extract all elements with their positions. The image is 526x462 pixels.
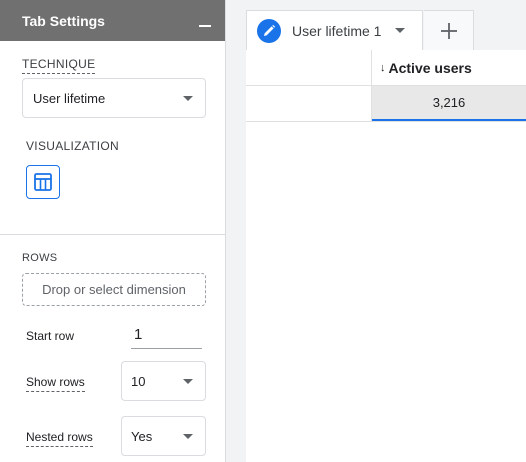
section-divider xyxy=(0,234,225,235)
metric-value-cell[interactable]: 3,216 xyxy=(372,86,526,121)
chevron-down-icon[interactable] xyxy=(395,28,406,33)
add-tab-button[interactable] xyxy=(424,10,474,50)
show-rows-value: 10 xyxy=(131,373,146,389)
collapse-icon[interactable] xyxy=(199,24,211,27)
table-icon xyxy=(34,173,52,191)
chevron-down-icon xyxy=(183,95,193,101)
start-row-input[interactable] xyxy=(131,321,202,349)
dimension-drop-zone[interactable]: Drop or select dimension xyxy=(22,273,206,306)
drop-zone-text: Drop or select dimension xyxy=(42,282,186,297)
panel-title: Tab Settings xyxy=(22,12,105,29)
table-header-row: ↓ Active users xyxy=(246,50,526,86)
nested-rows-select[interactable]: Yes xyxy=(121,416,206,456)
plus-icon xyxy=(440,22,457,39)
pencil-icon[interactable] xyxy=(257,18,281,43)
start-row-label: Start row xyxy=(26,329,75,343)
show-rows-label: Show rows xyxy=(26,375,85,392)
technique-value: User lifetime xyxy=(33,90,106,106)
chevron-down-icon xyxy=(183,433,193,439)
tab-settings-panel: Tab Settings TECHNIQUE User lifetime VIS… xyxy=(0,0,226,462)
metric-header-label: Active users xyxy=(388,59,472,76)
show-rows-select[interactable]: 10 xyxy=(121,361,206,401)
chevron-down-icon xyxy=(183,378,193,384)
tab-user-lifetime[interactable]: User lifetime 1 xyxy=(246,10,423,50)
nested-rows-value: Yes xyxy=(131,428,153,444)
rows-label: ROWS xyxy=(22,252,58,264)
exploration-canvas: User lifetime 1 ↓ Active users 3,216 xyxy=(246,0,526,462)
tab-label: User lifetime 1 xyxy=(292,22,382,39)
technique-label: TECHNIQUE xyxy=(22,57,96,74)
dimension-header-cell xyxy=(246,50,372,85)
tab-bar: User lifetime 1 xyxy=(246,0,526,50)
panel-header: Tab Settings xyxy=(0,0,225,41)
visualization-label: VISUALIZATION xyxy=(26,139,120,153)
metric-header-cell[interactable]: ↓ Active users xyxy=(372,50,526,85)
nested-rows-label: Nested rows xyxy=(26,430,93,447)
table-row: 3,216 xyxy=(246,86,526,122)
visualization-table-button[interactable] xyxy=(26,165,60,199)
data-table: ↓ Active users 3,216 xyxy=(246,50,526,122)
metric-value: 3,216 xyxy=(432,95,466,110)
sort-descending-icon: ↓ xyxy=(380,61,386,74)
technique-select[interactable]: User lifetime xyxy=(22,78,206,118)
dimension-cell xyxy=(246,86,372,121)
